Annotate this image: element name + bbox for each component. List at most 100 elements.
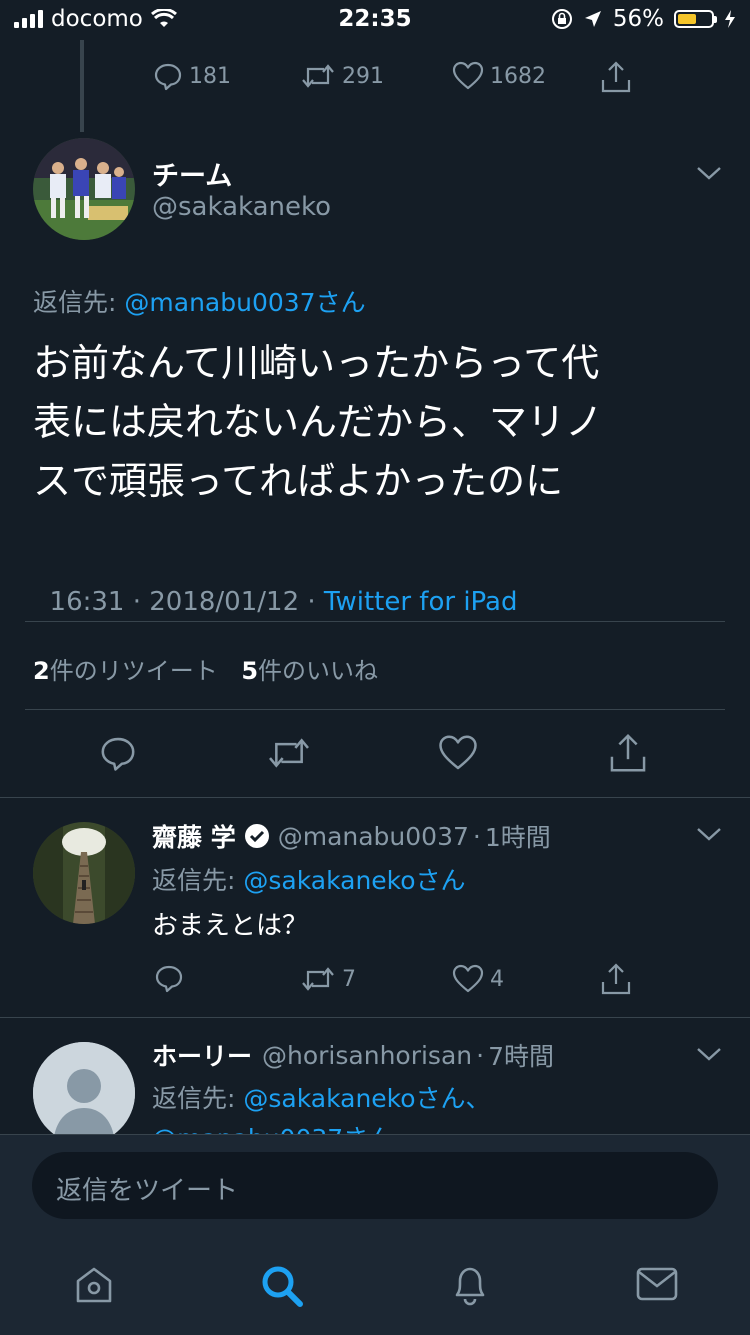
reply-context: 返信先: @manabu0037さん <box>33 283 366 319</box>
share-icon <box>610 733 646 772</box>
reply-count: 181 <box>189 63 231 89</box>
retweet-icon <box>302 967 334 991</box>
tweet-author-name[interactable]: チーム <box>152 154 232 193</box>
reply-header: 齋藤 学 @manabu0037 · 1時間 <box>152 818 551 854</box>
share-button[interactable] <box>600 60 632 98</box>
default-avatar-icon <box>33 1042 135 1134</box>
share-button[interactable] <box>608 732 648 778</box>
heart-icon <box>439 735 477 770</box>
like-total: 5 <box>241 657 259 685</box>
tweet-menu-button[interactable] <box>694 163 724 187</box>
tweet-source[interactable]: Twitter for iPad <box>324 587 518 617</box>
retweet-button[interactable]: 7 <box>300 964 356 994</box>
likes-stat[interactable]: 5件のいいね <box>241 657 378 685</box>
chevron-down-icon <box>697 828 721 841</box>
reply-to-mention[interactable]: @sakakanekoさん、 <box>243 1084 490 1113</box>
retweet-button[interactable] <box>266 734 312 776</box>
dot-separator: · <box>472 821 481 851</box>
location-icon <box>584 11 601 27</box>
retweet-stat-label: 件のリツイート <box>49 657 218 685</box>
avatar[interactable] <box>33 138 135 240</box>
tab-notifications[interactable] <box>448 1262 492 1308</box>
envelope-icon <box>636 1267 678 1301</box>
compose-placeholder: 返信をツイート <box>56 1176 239 1206</box>
tweet-meta: 16:31 · 2018/01/12 · Twitter for iPad <box>33 557 518 617</box>
verified-badge-icon <box>244 824 269 848</box>
reply-icon <box>154 63 182 91</box>
avatar[interactable] <box>33 822 135 924</box>
like-count: 1682 <box>490 63 546 89</box>
tab-home[interactable] <box>72 1263 116 1307</box>
avatar[interactable] <box>33 1042 135 1134</box>
tweet-menu-button[interactable] <box>694 1044 724 1068</box>
share-button[interactable] <box>600 962 632 1000</box>
reply-context: 返信先: @sakakanekoさん <box>152 861 466 897</box>
divider <box>25 621 725 622</box>
reply-to-label: 返信先: <box>152 1084 236 1113</box>
battery-percent: 56% <box>612 6 664 32</box>
share-icon <box>601 61 631 93</box>
divider <box>0 797 750 798</box>
home-icon <box>76 1267 112 1303</box>
tab-search[interactable] <box>258 1262 306 1310</box>
engagement-stats: 2件のリツイート 5件のいいね <box>33 651 378 686</box>
reply-compose-input[interactable]: 返信をツイート <box>32 1152 718 1219</box>
retweets-stat[interactable]: 2件のリツイート <box>33 657 218 685</box>
reply-time: 1時間 <box>484 823 551 852</box>
rotation-lock-icon <box>551 9 572 29</box>
tweet-text-line: 表には戻れないんだから、マリノ <box>33 400 604 444</box>
reply-to-mention[interactable]: @manabu0037さん <box>124 288 365 317</box>
reply-header: ホーリー @horisanhorisan · 7時間 <box>152 1037 554 1073</box>
share-icon <box>601 963 631 995</box>
heart-icon <box>452 964 484 993</box>
tweet-text-line: お前なんて川崎いったからって代 <box>33 341 600 385</box>
reply-to-mention[interactable]: @manabu0037さん <box>152 1124 393 1134</box>
chevron-down-icon <box>697 167 721 180</box>
tab-messages[interactable] <box>635 1264 679 1304</box>
search-icon <box>262 1266 303 1307</box>
charging-icon <box>725 10 735 28</box>
reply-button[interactable] <box>99 734 137 776</box>
heart-icon <box>452 61 484 90</box>
tweet-text-line: スで頑張ってればよかったのに <box>33 459 564 503</box>
status-right: 56% <box>551 6 736 32</box>
reply-icon <box>155 965 183 993</box>
retweet-button[interactable]: 291 <box>300 61 384 91</box>
like-button[interactable]: 4 <box>452 964 504 994</box>
reply-author-name[interactable]: ホーリー <box>152 1037 252 1073</box>
reply-to-mention[interactable]: @sakakanekoさん <box>243 866 465 895</box>
thread-line <box>80 40 84 132</box>
chevron-down-icon <box>697 1048 721 1061</box>
tweet-timestamp: 16:31 · 2018/01/12 · <box>49 587 324 617</box>
reply-author-handle[interactable]: @manabu0037 <box>278 822 469 851</box>
tweet-author-handle[interactable]: @sakakaneko <box>152 192 331 222</box>
tweet-menu-button[interactable] <box>694 824 724 848</box>
reply-time: 7時間 <box>488 1042 554 1071</box>
reply-to-label: 返信先: <box>33 288 117 317</box>
tweet-text: お前なんて川崎いったからって代 表には戻れないんだから、マリノ スで頑張ってれば… <box>33 334 723 511</box>
like-count: 4 <box>490 966 504 992</box>
like-button[interactable]: 1682 <box>452 61 546 91</box>
battery-fill <box>678 14 696 24</box>
dot-separator: · <box>476 1040 485 1070</box>
retweet-icon <box>269 738 309 768</box>
reply-icon <box>101 737 135 771</box>
reply-button[interactable] <box>154 963 184 993</box>
retweet-total: 2 <box>33 657 50 685</box>
retweet-count: 291 <box>342 63 384 89</box>
retweet-count: 7 <box>342 966 356 992</box>
reply-text: おまえとは？ <box>152 911 309 941</box>
reply-context: 返信先: @sakakanekoさん、 @manabu0037さん <box>152 1079 712 1134</box>
status-bar: docomo 22:35 56% <box>0 0 750 40</box>
battery-icon <box>674 10 717 28</box>
divider <box>25 709 725 710</box>
like-button[interactable] <box>438 734 478 776</box>
retweet-icon <box>302 64 334 88</box>
reply-author-handle[interactable]: @horisanhorisan <box>262 1041 472 1070</box>
team-photo-image <box>33 138 135 240</box>
reply-author-name[interactable]: 齋藤 学 <box>152 818 236 854</box>
bell-icon <box>455 1267 485 1306</box>
stairs-photo-image <box>33 822 135 924</box>
reply-2-clip: ホーリー @horisanhorisan · 7時間 返信先: @sakakan… <box>0 1018 750 1134</box>
reply-button[interactable]: 181 <box>153 61 231 91</box>
